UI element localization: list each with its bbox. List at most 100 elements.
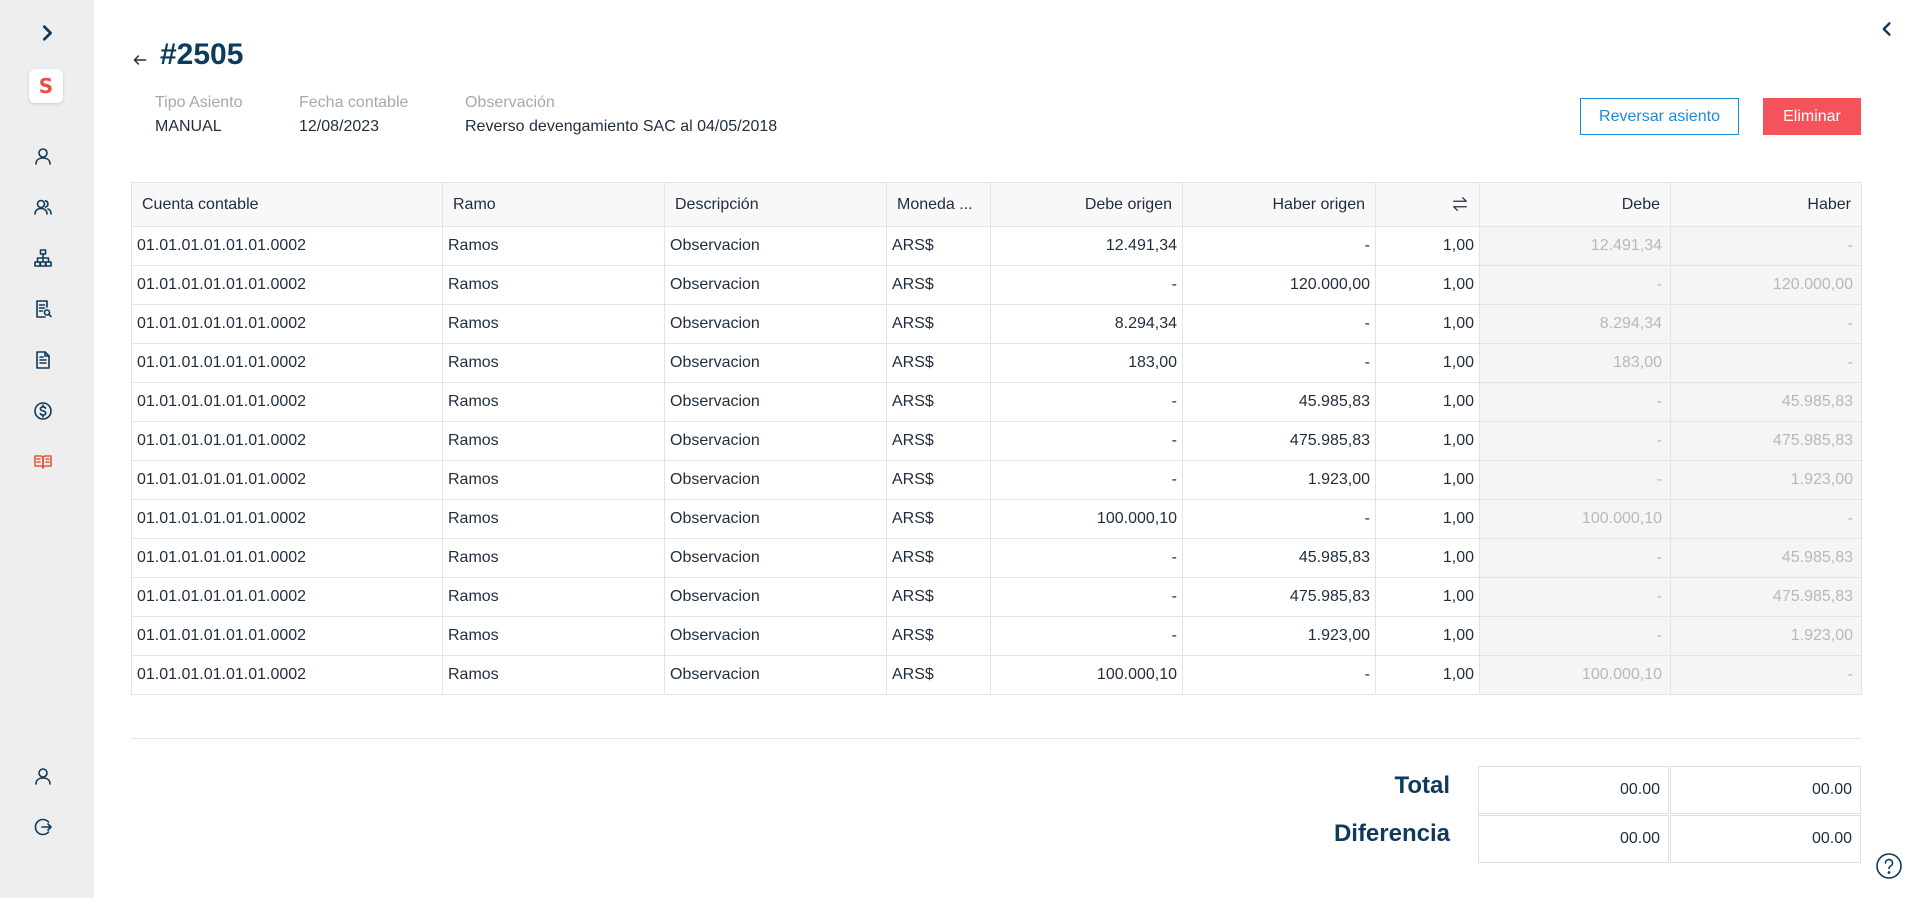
entries-table: Cuenta contable Ramo Descripción Moneda … [131,182,1862,695]
cell-cuenta: 01.01.01.01.01.01.0002 [131,226,443,266]
meta-label: Observación [465,94,555,111]
cell-debe-origen: - [990,538,1183,578]
cell-descripcion: Observacion [664,421,887,461]
cell-tipo-cambio: 1,00 [1375,538,1480,578]
table-row[interactable]: 01.01.01.01.01.01.0002 Ramos Observacion AR… [131,460,1862,500]
cell-moneda: ARS$ [886,304,991,344]
cell-cuenta: 01.01.01.01.01.01.0002 [131,538,443,578]
cell-tipo-cambio: 1,00 [1375,499,1480,539]
table-row[interactable]: 01.01.01.01.01.01.0002 Ramos Observacion AR… [131,265,1862,305]
cell-debe-origen: - [990,421,1183,461]
cell-haber-origen: - [1182,304,1376,344]
cell-ramo: Ramos [442,304,665,344]
table-row[interactable]: 01.01.01.01.01.01.0002 Ramos Observacion AR… [131,343,1862,383]
cell-haber-origen: - [1182,499,1376,539]
cell-haber: 475.985,83 [1670,421,1862,461]
meta-tipo-asiento: Tipo Asiento MANUAL [155,94,242,136]
cell-haber-origen: - [1182,226,1376,266]
cell-debe: 100.000,10 [1479,655,1671,695]
cell-debe-origen: 100.000,10 [990,655,1183,695]
expand-sidebar-icon[interactable] [34,20,60,46]
table-row[interactable]: 01.01.01.01.01.01.0002 Ramos Observacion AR… [131,616,1862,656]
total-haber: 00.00 [1670,766,1861,814]
logout-icon[interactable] [28,812,58,842]
cell-debe-origen: 12.491,34 [990,226,1183,266]
cell-haber: - [1670,304,1862,344]
table-row[interactable]: 01.01.01.01.01.01.0002 Ramos Observacion AR… [131,655,1862,695]
col-header-haber[interactable]: Haber [1670,182,1862,227]
eliminar-button[interactable]: Eliminar [1763,98,1861,135]
cell-haber-origen: 120.000,00 [1182,265,1376,305]
cell-debe-origen: 8.294,34 [990,304,1183,344]
report-search-icon[interactable] [28,294,58,324]
col-header-debe-origen[interactable]: Debe origen [990,182,1183,227]
table-row[interactable]: 01.01.01.01.01.01.0002 Ramos Observacion AR… [131,577,1862,617]
cell-ramo: Ramos [442,499,665,539]
cell-ramo: Ramos [442,577,665,617]
cell-ramo: Ramos [442,538,665,578]
hierarchy-icon[interactable] [28,243,58,273]
meta-fecha-contable: Fecha contable 12/08/2023 [299,94,408,136]
logo-letter: S [38,74,54,98]
table-row[interactable]: 01.01.01.01.01.01.0002 Ramos Observacion AR… [131,421,1862,461]
cell-descripcion: Observacion [664,460,887,500]
cell-haber-origen: - [1182,343,1376,383]
dollar-icon[interactable] [28,396,58,426]
cell-tipo-cambio: 1,00 [1375,577,1480,617]
cell-cuenta: 01.01.01.01.01.01.0002 [131,655,443,695]
cell-descripcion: Observacion [664,499,887,539]
table-row[interactable]: 01.01.01.01.01.01.0002 Ramos Observacion AR… [131,499,1862,539]
cell-moneda: ARS$ [886,577,991,617]
back-arrow-icon[interactable] [130,50,150,70]
app-logo[interactable]: S [29,69,63,103]
table-row[interactable]: 01.01.01.01.01.01.0002 Ramos Observacion AR… [131,304,1862,344]
table-row[interactable]: 01.01.01.01.01.01.0002 Ramos Observacion AR… [131,382,1862,422]
user-icon[interactable] [28,141,58,171]
cell-ramo: Ramos [442,265,665,305]
help-icon[interactable] [1875,852,1903,880]
cell-tipo-cambio: 1,00 [1375,616,1480,656]
cell-debe-origen: - [990,460,1183,500]
meta-value: Reverso devengamiento SAC al 04/05/2018 [465,118,778,135]
meta-value: 12/08/2023 [299,118,380,135]
cell-cuenta: 01.01.01.01.01.01.0002 [131,499,443,539]
cell-debe: - [1479,538,1671,578]
col-header-debe[interactable]: Debe [1479,182,1671,227]
cell-debe-origen: - [990,382,1183,422]
cell-descripcion: Observacion [664,538,887,578]
col-header-haber-origen[interactable]: Haber origen [1182,182,1376,227]
cell-haber: 1.923,00 [1670,616,1862,656]
table-row[interactable]: 01.01.01.01.01.01.0002 Ramos Observacion AR… [131,226,1862,266]
collapse-panel-icon[interactable] [1876,18,1898,40]
cell-cuenta: 01.01.01.01.01.01.0002 [131,577,443,617]
cell-descripcion: Observacion [664,382,887,422]
reversar-asiento-button[interactable]: Reversar asiento [1580,98,1739,135]
cell-haber: 45.985,83 [1670,538,1862,578]
cell-cuenta: 01.01.01.01.01.01.0002 [131,421,443,461]
col-header-cuenta[interactable]: Cuenta contable [131,182,443,227]
cell-ramo: Ramos [442,655,665,695]
cell-moneda: ARS$ [886,382,991,422]
cell-debe: 8.294,34 [1479,304,1671,344]
cell-tipo-cambio: 1,00 [1375,343,1480,383]
cell-tipo-cambio: 1,00 [1375,421,1480,461]
cell-cuenta: 01.01.01.01.01.01.0002 [131,616,443,656]
cell-debe-origen: - [990,577,1183,617]
document-icon[interactable] [28,345,58,375]
exchange-rate-icon[interactable] [1375,182,1480,227]
cell-moneda: ARS$ [886,343,991,383]
cell-moneda: ARS$ [886,226,991,266]
table-row[interactable]: 01.01.01.01.01.01.0002 Ramos Observacion AR… [131,538,1862,578]
cell-moneda: ARS$ [886,655,991,695]
cell-tipo-cambio: 1,00 [1375,304,1480,344]
meta-observacion: Observación Reverso devengamiento SAC al… [465,94,777,136]
book-icon[interactable] [28,447,58,477]
users-icon[interactable] [28,192,58,222]
cell-debe: 100.000,10 [1479,499,1671,539]
col-header-moneda[interactable]: Moneda ... [886,182,991,227]
cell-moneda: ARS$ [886,460,991,500]
col-header-ramo[interactable]: Ramo [442,182,665,227]
profile-icon[interactable] [28,761,58,791]
total-debe: 00.00 [1478,766,1669,814]
col-header-descripcion[interactable]: Descripción [664,182,887,227]
